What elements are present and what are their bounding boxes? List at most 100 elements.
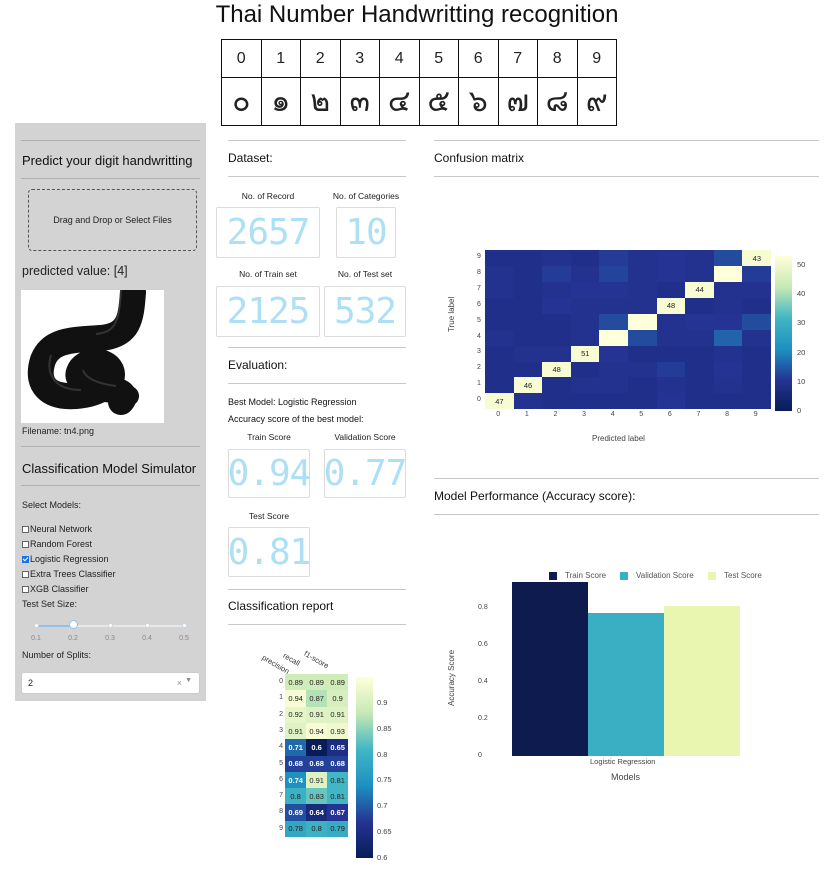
cm-y-tick: 4 (477, 332, 481, 340)
divider (228, 589, 406, 590)
cm-cell: 34 (713, 265, 743, 283)
train-score-value: 0.94 (227, 453, 312, 494)
perf-xlabel: Models (611, 772, 641, 782)
test-score-label: Test Score (248, 511, 290, 521)
report-cell: 0.9 (327, 690, 349, 707)
num-splits-select[interactable]: 2 × ▼ (21, 672, 200, 694)
report-cell: 0.8 (285, 788, 307, 805)
divider (228, 176, 406, 177)
cm-cell (485, 361, 514, 378)
cm-cell: 32 (599, 329, 629, 346)
cm-cell: 48 (542, 361, 572, 378)
thai-digit-cell: ๗ (497, 77, 538, 126)
cm-cell (485, 250, 514, 267)
model-checkbox[interactable] (22, 555, 29, 563)
num-splits-label: Number of Splits: (22, 650, 92, 660)
model-checkbox[interactable] (22, 525, 29, 533)
cm-cell (628, 250, 657, 267)
model-option[interactable]: Random Forest (22, 539, 92, 549)
slider-mark-label: 0.5 (179, 635, 189, 642)
model-checkbox[interactable] (22, 540, 29, 548)
file-dropzone[interactable]: Drag and Drop or Select Files (28, 189, 197, 251)
slider-step-dot[interactable] (34, 623, 39, 628)
cm-cell (742, 393, 772, 410)
cm-colorbar-tick: 40 (797, 289, 806, 299)
model-option-label: Random Forest (30, 539, 93, 549)
legend-swatch (549, 571, 557, 580)
cm-cell (685, 297, 715, 314)
cm-cell (513, 265, 543, 283)
cm-y-tick: 7 (477, 284, 481, 292)
legend-item[interactable]: Validation Score (620, 571, 694, 580)
accuracy-label: Accuracy score of the best model: (228, 414, 364, 424)
report-row-label: 0 (279, 678, 283, 685)
perf-bar[interactable] (664, 605, 740, 756)
arabic-digit-cell: 0 (221, 39, 262, 78)
thai-digit-cell: ๖ (458, 77, 499, 126)
cm-cell (599, 313, 629, 330)
report-cell: 0.69 (285, 804, 307, 821)
cm-y-tick: 0 (477, 396, 481, 404)
cm-cell (513, 297, 543, 314)
cm-cell (713, 377, 743, 394)
validation-score-display: 0.77 (324, 449, 407, 498)
cm-cell (599, 393, 629, 410)
chevron-down-icon[interactable]: ▼ (185, 677, 192, 684)
cm-cell (685, 361, 715, 378)
cm-y-tick: 5 (477, 316, 481, 324)
legend-item[interactable]: Train Score (549, 571, 606, 580)
perf-y-tick: 0.8 (478, 603, 488, 611)
report-cell: 0.68 (306, 755, 328, 773)
cm-cell (485, 345, 514, 362)
validation-score-label: Validation Score (334, 432, 396, 442)
test-set-label: No. of Test set (337, 269, 393, 279)
thai-digit-cell: ๙ (576, 77, 617, 126)
report-column-label: f1-score (302, 649, 331, 671)
test-size-slider-handle[interactable] (69, 620, 78, 629)
best-model-text: Best Model: Logistic Regression (228, 397, 357, 407)
thai-digit-cell: ๒ (300, 77, 341, 126)
uploaded-filename: Filename: tn4.png (22, 426, 95, 436)
model-checkbox[interactable] (22, 585, 29, 593)
report-cell: 0.89 (306, 674, 328, 691)
model-option[interactable]: XGB Classifier (22, 584, 89, 594)
cm-cell (656, 361, 686, 378)
arabic-digit-cell: 7 (497, 39, 538, 78)
cm-x-tick: 5 (639, 411, 644, 418)
model-option[interactable]: Neural Network (22, 524, 92, 534)
cm-cell (628, 329, 657, 346)
report-colorbar-tick: 0.6 (377, 853, 388, 862)
cm-cell (542, 313, 572, 330)
report-cell: 0.68 (327, 755, 349, 773)
model-option[interactable]: Logistic Regression (22, 554, 109, 564)
slider-step-dot[interactable] (145, 623, 150, 628)
cm-cell (713, 345, 743, 362)
cm-x-tick: 2 (553, 411, 558, 418)
arabic-digit-cell: 5 (418, 39, 459, 78)
cm-cell (656, 281, 686, 298)
cm-cell (599, 361, 629, 378)
cm-cell (628, 297, 657, 314)
perf-bar[interactable] (588, 613, 664, 756)
slider-step-dot[interactable] (108, 623, 113, 628)
model-option[interactable]: Extra Trees Classifier (22, 569, 116, 579)
cm-cell: 48 (656, 297, 686, 314)
model-option-label: XGB Classifier (30, 584, 89, 594)
cm-cell (570, 265, 600, 283)
uploaded-digit-image (21, 279, 164, 423)
cm-cell (570, 393, 600, 410)
report-cell: 0.94 (285, 690, 307, 707)
num-splits-value: 2 (28, 678, 34, 688)
report-colorbar (356, 677, 373, 858)
cm-cell (713, 297, 743, 314)
slider-step-dot[interactable] (182, 623, 187, 628)
legend-item[interactable]: Test Score (708, 571, 762, 580)
cm-cell (656, 329, 686, 346)
model-checkbox[interactable] (22, 570, 29, 578)
perf-y-tick: 0 (478, 752, 482, 759)
clear-icon[interactable]: × (177, 678, 182, 688)
cm-xlabel: Predicted label (592, 434, 645, 443)
cm-cell: 47 (485, 393, 514, 410)
report-cell: 0.92 (285, 706, 307, 724)
perf-bar[interactable] (512, 581, 588, 756)
